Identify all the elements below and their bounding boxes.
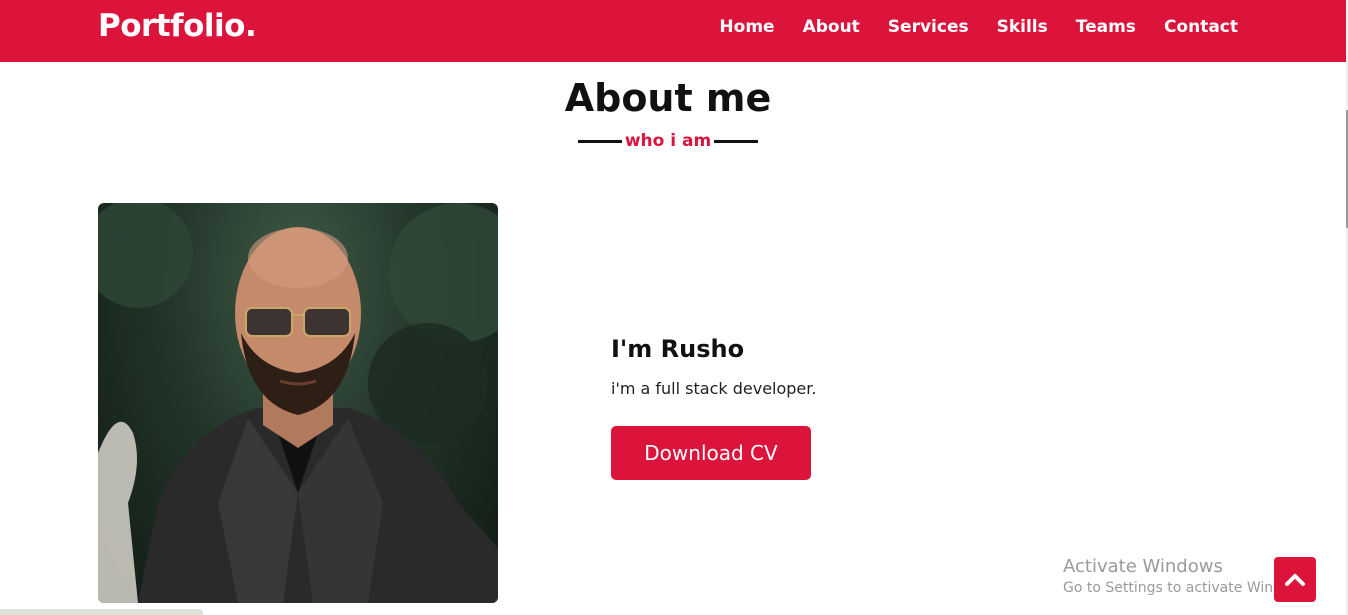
bottom-strip xyxy=(0,609,203,615)
section-subtitle: who i am xyxy=(578,128,758,154)
about-text: I'm Rusho i'm a full stack developer. xyxy=(611,335,816,398)
download-cv-button[interactable]: Download CV xyxy=(611,426,811,480)
subtitle-text: who i am xyxy=(624,131,712,151)
section-title: About me xyxy=(564,76,772,120)
about-description: i'm a full stack developer. xyxy=(611,379,817,398)
logo[interactable]: Portfolio. xyxy=(98,8,257,44)
chevron-up-icon xyxy=(1285,573,1305,586)
navbar: Portfolio. Home About Services Skills Te… xyxy=(0,0,1348,62)
nav-menu: Home About Services Skills Teams Contact xyxy=(691,17,1238,37)
nav-item-about[interactable]: About xyxy=(803,17,860,37)
nav-item-skills[interactable]: Skills xyxy=(997,17,1048,37)
subtitle-divider-left xyxy=(578,139,622,143)
scroll-top-button[interactable] xyxy=(1274,557,1316,602)
profile-photo xyxy=(98,203,498,603)
nav-item-teams[interactable]: Teams xyxy=(1076,17,1136,37)
nav-item-home[interactable]: Home xyxy=(719,17,774,37)
nav-item-contact[interactable]: Contact xyxy=(1164,17,1238,37)
subtitle-divider-right xyxy=(714,139,758,143)
nav-item-services[interactable]: Services xyxy=(888,17,969,37)
about-name: I'm Rusho xyxy=(611,335,745,363)
